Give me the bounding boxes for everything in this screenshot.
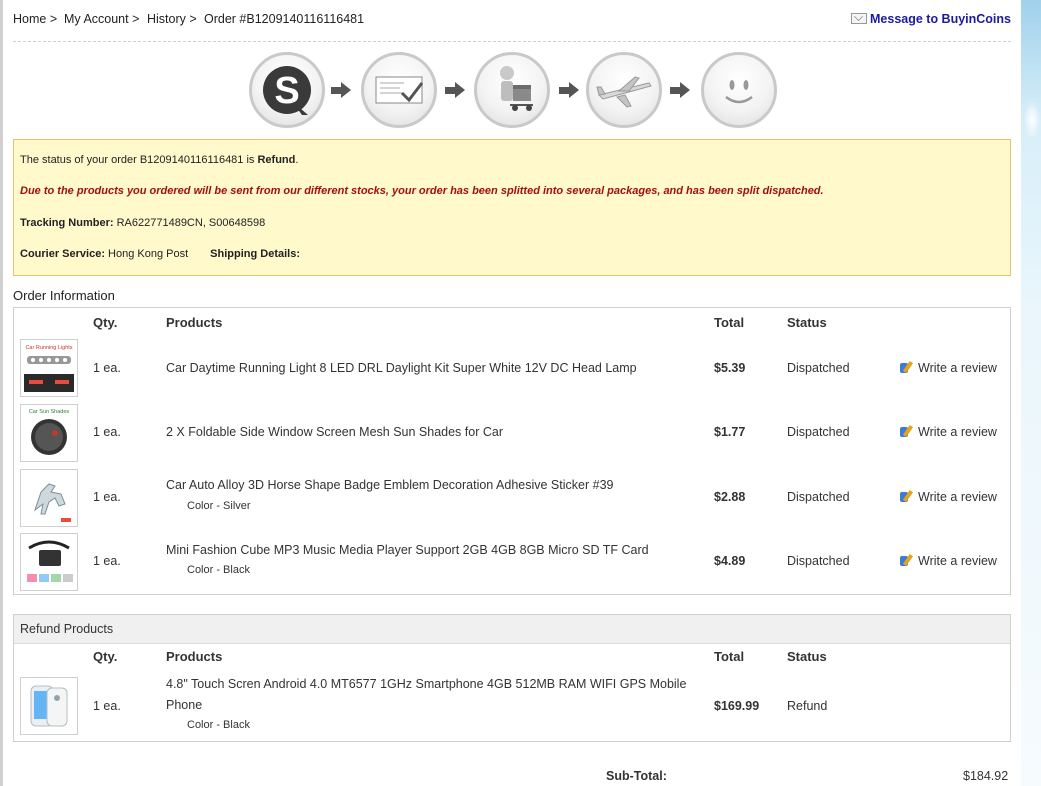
product-thumbnail-horse-badge[interactable] bbox=[20, 469, 78, 527]
logo-icon: S bbox=[249, 52, 325, 128]
shipping-details-label: Shipping Details: bbox=[210, 248, 301, 260]
review-pencil-icon bbox=[900, 425, 913, 438]
write-review-link[interactable]: Write a review bbox=[900, 554, 997, 568]
item-product-name[interactable]: 2 X Foldable Side Window Screen Mesh Sun… bbox=[166, 425, 503, 439]
top-bar: Home > My Account > History > Order #B12… bbox=[13, 8, 1011, 32]
refund-item-qty: 1 ea. bbox=[93, 699, 121, 713]
item-qty: 1 ea. bbox=[93, 361, 121, 375]
order-information-title: Order Information bbox=[13, 288, 115, 303]
courier-label: Courier Service: bbox=[20, 248, 105, 260]
item-qty: 1 ea. bbox=[93, 490, 121, 504]
courier-value: Hong Kong Post bbox=[108, 248, 189, 260]
item-status: Dispatched bbox=[787, 490, 850, 504]
refund-product-name-continued[interactable]: Phone bbox=[166, 698, 202, 712]
tracking-number: RA622771489CN, S00648598 bbox=[116, 217, 266, 229]
product-thumbnail-smartphone[interactable] bbox=[20, 677, 78, 735]
product-thumbnail-mp3-player[interactable] bbox=[20, 533, 78, 591]
item-qty: 1 ea. bbox=[93, 554, 121, 568]
breadcrumb-current-order: Order #B1209140116116481 bbox=[204, 12, 365, 26]
header-total: Total bbox=[714, 649, 745, 664]
header-qty: Qty. bbox=[93, 315, 118, 330]
refund-products-header: Refund Products bbox=[14, 615, 1010, 644]
refund-products-title: Refund Products bbox=[20, 622, 114, 636]
airplane-icon bbox=[586, 52, 662, 128]
refund-item-status: Refund bbox=[787, 699, 828, 713]
status-prefix: The status of your order B12091401161164… bbox=[20, 154, 255, 166]
progress-arrow bbox=[331, 82, 351, 98]
write-review-label: Write a review bbox=[918, 490, 997, 504]
write-review-label: Write a review bbox=[918, 425, 997, 439]
review-pencil-icon bbox=[900, 490, 913, 503]
progress-arrow bbox=[670, 82, 690, 98]
breadcrumb-history[interactable]: History > bbox=[147, 12, 197, 26]
write-review-label: Write a review bbox=[918, 554, 997, 568]
review-pencil-icon bbox=[900, 361, 913, 374]
split-dispatch-message: Due to the products you ordered will be … bbox=[20, 185, 824, 197]
order-form-icon bbox=[361, 52, 437, 128]
item-total: $2.88 bbox=[714, 490, 746, 504]
item-total: $1.77 bbox=[714, 425, 746, 439]
envelope-icon bbox=[851, 13, 867, 24]
item-total: $5.39 bbox=[714, 361, 746, 375]
item-option: Color - Silver bbox=[187, 500, 251, 512]
thumbnail-caption: Car Sun Shades bbox=[29, 409, 70, 415]
item-product-name[interactable]: Car Auto Alloy 3D Horse Shape Badge Embl… bbox=[166, 478, 613, 492]
tracking-label: Tracking Number: bbox=[20, 217, 114, 229]
message-link-label: Message to BuyinCoins bbox=[870, 12, 1011, 26]
order-progress: S bbox=[13, 52, 1011, 128]
delivery-man-icon bbox=[474, 52, 550, 128]
write-review-link[interactable]: Write a review bbox=[900, 361, 997, 375]
progress-arrow bbox=[559, 82, 579, 98]
item-option: Color - Black bbox=[187, 564, 250, 576]
product-thumbnail-led-lights[interactable]: Car Running Lights bbox=[20, 339, 78, 397]
order-status-notice: The status of your order B12091401161164… bbox=[13, 139, 1011, 276]
item-qty: 1 ea. bbox=[93, 425, 121, 439]
background-shine bbox=[1024, 100, 1040, 140]
item-status: Dispatched bbox=[787, 361, 850, 375]
status-line: The status of your order B12091401161164… bbox=[20, 154, 298, 166]
courier-line: Courier Service: Hong Kong Post Shipping … bbox=[20, 248, 300, 260]
refund-item-total: $169.99 bbox=[714, 699, 760, 713]
header-status: Status bbox=[787, 315, 827, 330]
subtotal-label: Sub-Total: bbox=[606, 769, 667, 783]
refund-product-name[interactable]: 4.8" Touch Scren Android 4.0 MT6577 1GHz… bbox=[166, 677, 686, 691]
refund-item-option: Color - Black bbox=[187, 719, 250, 731]
order-items-table: Qty. Products Total Status Car Running L… bbox=[13, 307, 1011, 595]
refund-products-table: Refund Products Qty. Products Total Stat… bbox=[13, 614, 1011, 742]
divider bbox=[13, 41, 1011, 42]
item-product-name[interactable]: Mini Fashion Cube MP3 Music Media Player… bbox=[166, 543, 649, 557]
header-total: Total bbox=[714, 315, 745, 330]
progress-arrow bbox=[445, 82, 465, 98]
subtotal-value: $184.92 bbox=[963, 769, 1009, 783]
message-seller-link[interactable]: Message to BuyinCoins bbox=[851, 12, 1011, 26]
status-value: Refund bbox=[257, 154, 296, 166]
item-status: Dispatched bbox=[787, 425, 850, 439]
order-detail-page: Home > My Account > History > Order #B12… bbox=[13, 0, 1011, 786]
item-total: $4.89 bbox=[714, 554, 746, 568]
write-review-link[interactable]: Write a review bbox=[900, 490, 997, 504]
breadcrumb-home[interactable]: Home > bbox=[13, 12, 57, 26]
left-frame-border bbox=[0, 0, 3, 786]
item-status: Dispatched bbox=[787, 554, 850, 568]
breadcrumb-my-account[interactable]: My Account > bbox=[64, 12, 139, 26]
header-products: Products bbox=[166, 315, 223, 330]
thumbnail-caption: Car Running Lights bbox=[25, 345, 72, 351]
right-background-panel bbox=[1021, 0, 1041, 786]
write-review-label: Write a review bbox=[918, 361, 997, 375]
write-review-link[interactable]: Write a review bbox=[900, 425, 997, 439]
header-qty: Qty. bbox=[93, 649, 118, 664]
status-suffix: . bbox=[295, 154, 299, 166]
tracking-line: Tracking Number: RA622771489CN, S0064859… bbox=[20, 217, 265, 229]
header-products: Products bbox=[166, 649, 223, 664]
smiley-icon bbox=[701, 52, 777, 128]
product-thumbnail-sun-shades[interactable]: Car Sun Shades bbox=[20, 404, 78, 462]
header-status: Status bbox=[787, 649, 827, 664]
item-product-name[interactable]: Car Daytime Running Light 8 LED DRL Dayl… bbox=[166, 361, 637, 375]
review-pencil-icon bbox=[900, 554, 913, 567]
